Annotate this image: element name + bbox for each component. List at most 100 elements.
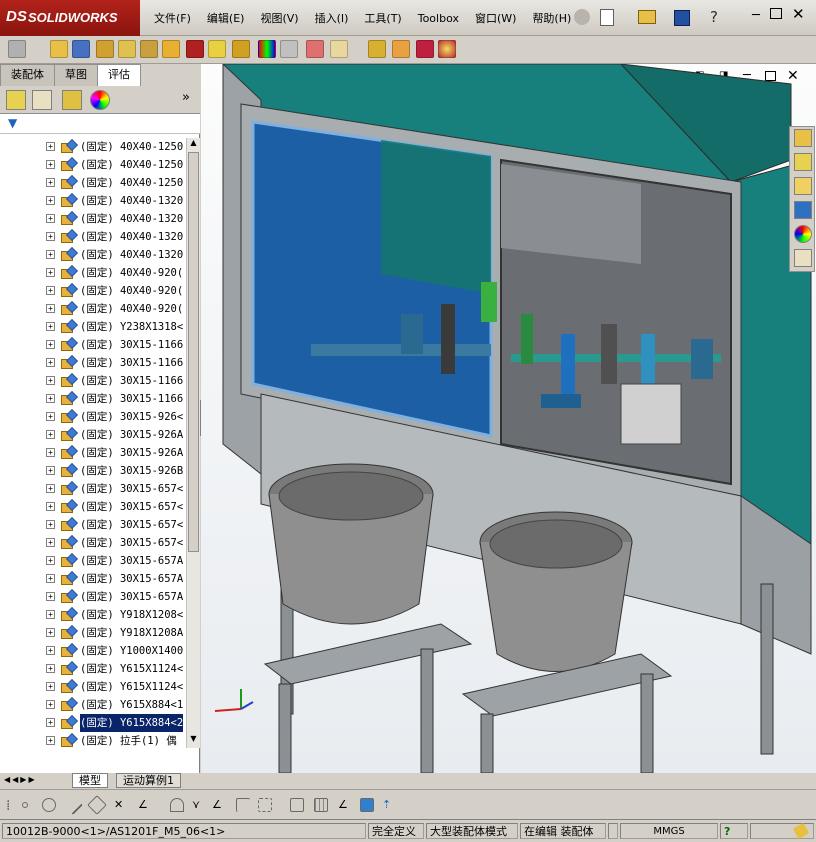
expand-toggle-icon[interactable]: + xyxy=(46,358,55,367)
tree-item[interactable]: + (固定) 30X15-657< xyxy=(0,498,186,516)
smart-mates-icon[interactable] xyxy=(8,40,26,58)
restore-button[interactable] xyxy=(770,8,782,19)
assembly-features-icon[interactable] xyxy=(162,40,180,58)
open-folder-icon[interactable] xyxy=(638,10,656,24)
resources-icon[interactable] xyxy=(794,129,812,147)
3d-sketch-icon[interactable] xyxy=(360,798,374,812)
expand-toggle-icon[interactable]: + xyxy=(46,646,55,655)
file-explorer-icon[interactable] xyxy=(794,177,812,195)
expand-toggle-icon[interactable]: + xyxy=(46,250,55,259)
tree-item[interactable]: + (固定) 拉手(1) 偶 xyxy=(0,732,186,748)
solidworks-logo[interactable]: DS SOLIDWORKS xyxy=(0,0,140,36)
photoview-icon[interactable] xyxy=(438,40,456,58)
pin-icon[interactable] xyxy=(574,9,590,25)
minimize-button[interactable]: ─ xyxy=(752,8,760,23)
new-document-icon[interactable] xyxy=(600,9,614,26)
scroll-down-arrow[interactable]: ▼ xyxy=(188,734,199,746)
expand-toggle-icon[interactable]: + xyxy=(46,664,55,673)
expand-toggle-icon[interactable]: + xyxy=(46,718,55,727)
property-manager-icon[interactable] xyxy=(32,90,52,110)
mirror-icon[interactable]: ⋎ xyxy=(192,798,206,812)
tree-item[interactable]: + (固定) 40X40-920( xyxy=(0,282,186,300)
tab-model[interactable]: 模型 xyxy=(72,773,108,788)
menu-help[interactable]: 帮助(H) xyxy=(524,10,579,28)
tab-evaluate[interactable]: 评估 xyxy=(97,64,141,86)
tree-item[interactable]: + (固定) 40X40-1320 xyxy=(0,210,186,228)
expand-toggle-icon[interactable]: + xyxy=(46,520,55,529)
expand-toggle-icon[interactable]: + xyxy=(46,286,55,295)
corner-icon[interactable] xyxy=(236,798,250,812)
tab-sketch[interactable]: 草图 xyxy=(54,64,98,86)
assembly-model[interactable] xyxy=(201,64,816,773)
tree-item[interactable]: + (固定) Y918X1208< xyxy=(0,606,186,624)
insert-component-icon[interactable] xyxy=(50,40,68,58)
expand-toggle-icon[interactable]: + xyxy=(46,142,55,151)
status-units[interactable]: MMGS xyxy=(620,823,718,839)
tree-item[interactable]: + (固定) 30X15-657< xyxy=(0,534,186,552)
menu-tools[interactable]: 工具(T) xyxy=(356,10,409,28)
tab-motion-study[interactable]: 运动算例1 xyxy=(116,773,181,788)
tree-item[interactable]: + (固定) Y615X1124< xyxy=(0,660,186,678)
interference-icon[interactable] xyxy=(306,40,324,58)
expand-toggle-icon[interactable]: + xyxy=(46,376,55,385)
tree-item[interactable]: + (固定) 30X15-1166 xyxy=(0,354,186,372)
angle-icon[interactable]: ∠ xyxy=(338,798,352,812)
expand-toggle-icon[interactable]: + xyxy=(46,340,55,349)
expand-toggle-icon[interactable]: + xyxy=(46,304,55,313)
scroll-thumb[interactable] xyxy=(188,152,199,552)
expand-toggle-icon[interactable]: + xyxy=(46,430,55,439)
expand-toggle-icon[interactable]: + xyxy=(46,484,55,493)
expand-toggle-icon[interactable]: + xyxy=(46,502,55,511)
design-library-icon[interactable] xyxy=(794,153,812,171)
circle-icon[interactable] xyxy=(42,798,56,812)
construction-icon[interactable] xyxy=(258,798,272,812)
tree-item[interactable]: + (固定) 40X40-1320 xyxy=(0,246,186,264)
tree-item[interactable]: + (固定) Y615X884<1 xyxy=(0,696,186,714)
menu-file[interactable]: 文件(F) xyxy=(146,10,199,28)
tree-item[interactable]: + (固定) 40X40-920( xyxy=(0,264,186,282)
expand-toggle-icon[interactable]: + xyxy=(46,448,55,457)
simulation-icon[interactable] xyxy=(416,40,434,58)
tree-item[interactable]: + (固定) 30X15-1166 xyxy=(0,372,186,390)
expand-toggle-icon[interactable]: + xyxy=(46,412,55,421)
tree-item[interactable]: + (固定) Y1000X1400 xyxy=(0,642,186,660)
polygon-icon[interactable] xyxy=(87,795,107,815)
expand-panel-icon[interactable]: » xyxy=(182,90,190,105)
tree-item[interactable]: + (固定) 40X40-1250 xyxy=(0,156,186,174)
grid-icon[interactable] xyxy=(314,798,328,812)
expand-toggle-icon[interactable]: + xyxy=(46,268,55,277)
expand-toggle-icon[interactable]: + xyxy=(46,394,55,403)
expand-toggle-icon[interactable]: + xyxy=(46,700,55,709)
expand-toggle-icon[interactable]: + xyxy=(46,196,55,205)
origin-icon[interactable]: ⇡ xyxy=(382,798,396,812)
instant3d-icon[interactable] xyxy=(368,40,386,58)
expand-toggle-icon[interactable]: + xyxy=(46,682,55,691)
point-icon[interactable] xyxy=(22,802,28,808)
tab-assembly[interactable]: 装配体 xyxy=(0,64,55,86)
expand-toggle-icon[interactable]: + xyxy=(46,610,55,619)
expand-toggle-icon[interactable]: + xyxy=(46,232,55,241)
trim-icon[interactable]: ✕ xyxy=(114,798,128,812)
tree-item[interactable]: + (固定) 30X15-926A xyxy=(0,444,186,462)
tree-item[interactable]: + (固定) 30X15-926A xyxy=(0,426,186,444)
line-icon[interactable] xyxy=(63,795,83,815)
tree-item[interactable]: + (固定) 30X15-657< xyxy=(0,516,186,534)
large-assembly-icon[interactable] xyxy=(392,40,410,58)
tree-item[interactable]: + (固定) 30X15-926B xyxy=(0,462,186,480)
expand-toggle-icon[interactable]: + xyxy=(46,322,55,331)
linear-pattern-icon[interactable] xyxy=(96,40,114,58)
fillet-icon[interactable]: ∠ xyxy=(212,798,226,812)
appearance-icon[interactable] xyxy=(258,40,276,58)
tree-item[interactable]: + (固定) 30X15-926< xyxy=(0,408,186,426)
expand-toggle-icon[interactable]: + xyxy=(46,214,55,223)
custom-properties-icon[interactable] xyxy=(794,249,812,267)
menu-view[interactable]: 视图(V) xyxy=(252,10,306,28)
tree-item[interactable]: + (固定) 30X15-657A xyxy=(0,588,186,606)
tree-vertical-scrollbar[interactable]: ▲ ▼ xyxy=(186,138,200,748)
scroll-up-arrow[interactable]: ▲ xyxy=(188,138,199,150)
reference-geometry-icon[interactable] xyxy=(186,40,204,58)
dimension-icon[interactable] xyxy=(290,798,304,812)
bill-of-materials-icon[interactable] xyxy=(232,40,250,58)
tree-item[interactable]: + (固定) Y918X1208A xyxy=(0,624,186,642)
expand-toggle-icon[interactable]: + xyxy=(46,628,55,637)
